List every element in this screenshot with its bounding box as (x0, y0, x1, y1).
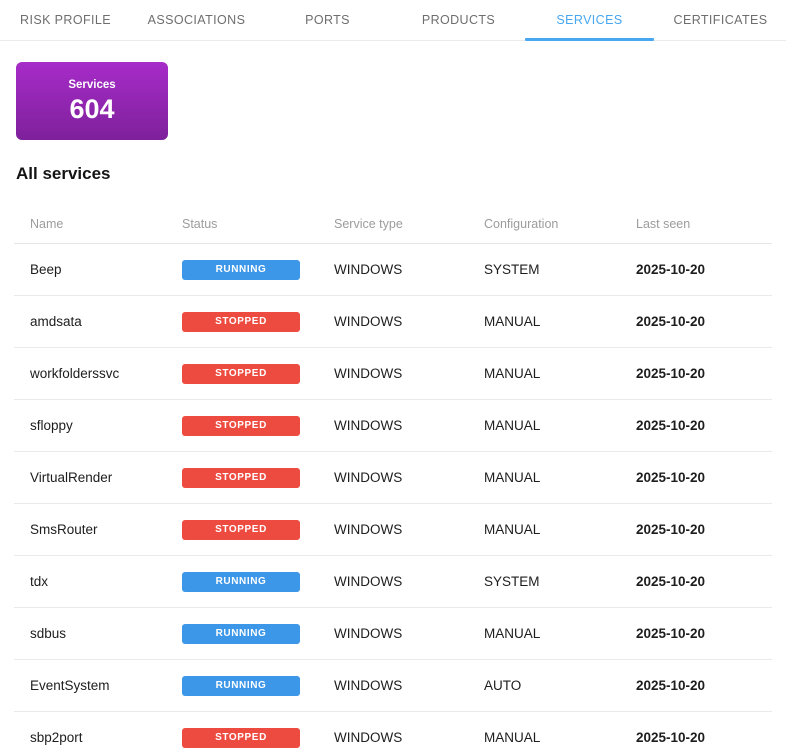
service-type: WINDOWS (334, 418, 403, 433)
service-type: WINDOWS (334, 470, 403, 485)
table-body: Beep RUNNING WINDOWS SYSTEM 2025-10-20 a… (14, 244, 772, 754)
table-header-row: Name Status Service type Configuration L… (14, 184, 772, 244)
status-badge: RUNNING (182, 623, 300, 644)
table-row: sfloppy STOPPED WINDOWS MANUAL 2025-10-2… (14, 400, 772, 452)
status-badge: RUNNING (182, 675, 300, 696)
service-name: workfolderssvc (30, 366, 120, 381)
service-name: Beep (30, 262, 62, 277)
page-content: Services 604 All services (0, 62, 786, 184)
service-configuration: MANUAL (484, 730, 541, 745)
tab-products[interactable]: PRODUCTS (393, 0, 524, 40)
service-configuration: SYSTEM (484, 262, 540, 277)
tab-certificates[interactable]: CERTIFICATES (655, 0, 786, 40)
last-seen-date: 2025-10-20 (636, 730, 706, 745)
last-seen-date: 2025-10-20 (636, 678, 706, 693)
last-seen-date: 2025-10-20 (636, 418, 706, 433)
last-seen-date: 2025-10-20 (636, 366, 706, 381)
column-header-name: Name (30, 217, 64, 231)
tab-risk-profile[interactable]: RISK PROFILE (0, 0, 131, 40)
service-configuration: MANUAL (484, 470, 541, 485)
last-seen-date: 2025-10-20 (636, 314, 706, 329)
status-badge: STOPPED (182, 311, 300, 332)
service-configuration: AUTO (484, 678, 522, 693)
tab-bar: RISK PROFILE ASSOCIATIONS PORTS PRODUCTS… (0, 0, 786, 41)
service-type: WINDOWS (334, 522, 403, 537)
service-configuration: MANUAL (484, 522, 541, 537)
service-name: sfloppy (30, 418, 73, 433)
table-row: workfolderssvc STOPPED WINDOWS MANUAL 20… (14, 348, 772, 400)
service-name: sbp2port (30, 730, 83, 745)
services-summary-card: Services 604 (16, 62, 168, 140)
service-name: EventSystem (30, 678, 110, 693)
status-badge: STOPPED (182, 467, 300, 488)
service-name: amdsata (30, 314, 82, 329)
service-type: WINDOWS (334, 574, 403, 589)
table-row: EventSystem RUNNING WINDOWS AUTO 2025-10… (14, 660, 772, 712)
service-type: WINDOWS (334, 314, 403, 329)
status-badge: STOPPED (182, 727, 300, 748)
service-type: WINDOWS (334, 730, 403, 745)
service-configuration: MANUAL (484, 418, 541, 433)
column-header-service-type: Service type (334, 217, 403, 231)
last-seen-date: 2025-10-20 (636, 470, 706, 485)
column-header-configuration: Configuration (484, 217, 559, 231)
tab-services[interactable]: SERVICES (524, 0, 655, 41)
service-type: WINDOWS (334, 366, 403, 381)
table-row: tdx RUNNING WINDOWS SYSTEM 2025-10-20 (14, 556, 772, 608)
last-seen-date: 2025-10-20 (636, 626, 706, 641)
services-card-count: 604 (69, 94, 115, 124)
status-badge: RUNNING (182, 571, 300, 592)
service-configuration: MANUAL (484, 314, 541, 329)
table-row: sdbus RUNNING WINDOWS MANUAL 2025-10-20 (14, 608, 772, 660)
service-configuration: MANUAL (484, 626, 541, 641)
service-type: WINDOWS (334, 626, 403, 641)
table-row: SmsRouter STOPPED WINDOWS MANUAL 2025-10… (14, 504, 772, 556)
service-type: WINDOWS (334, 262, 403, 277)
last-seen-date: 2025-10-20 (636, 522, 706, 537)
tab-ports[interactable]: PORTS (262, 0, 393, 40)
status-badge: RUNNING (182, 259, 300, 280)
status-badge: STOPPED (182, 415, 300, 436)
column-header-status: Status (182, 217, 218, 231)
tab-associations[interactable]: ASSOCIATIONS (131, 0, 262, 40)
service-name: VirtualRender (30, 470, 113, 485)
status-badge: STOPPED (182, 363, 300, 384)
service-name: sdbus (30, 626, 67, 641)
section-title: All services (16, 164, 111, 183)
service-name: tdx (30, 574, 49, 589)
last-seen-date: 2025-10-20 (636, 574, 706, 589)
status-badge: STOPPED (182, 519, 300, 540)
last-seen-date: 2025-10-20 (636, 262, 706, 277)
table-row: VirtualRender STOPPED WINDOWS MANUAL 202… (14, 452, 772, 504)
service-configuration: MANUAL (484, 366, 541, 381)
table-row: amdsata STOPPED WINDOWS MANUAL 2025-10-2… (14, 296, 772, 348)
services-card-label: Services (68, 79, 116, 91)
table-row: Beep RUNNING WINDOWS SYSTEM 2025-10-20 (14, 244, 772, 296)
service-name: SmsRouter (30, 522, 98, 537)
column-header-last-seen: Last seen (636, 217, 691, 231)
services-table: Name Status Service type Configuration L… (14, 184, 772, 754)
service-type: WINDOWS (334, 678, 403, 693)
service-configuration: SYSTEM (484, 574, 540, 589)
table-row: sbp2port STOPPED WINDOWS MANUAL 2025-10-… (14, 712, 772, 754)
